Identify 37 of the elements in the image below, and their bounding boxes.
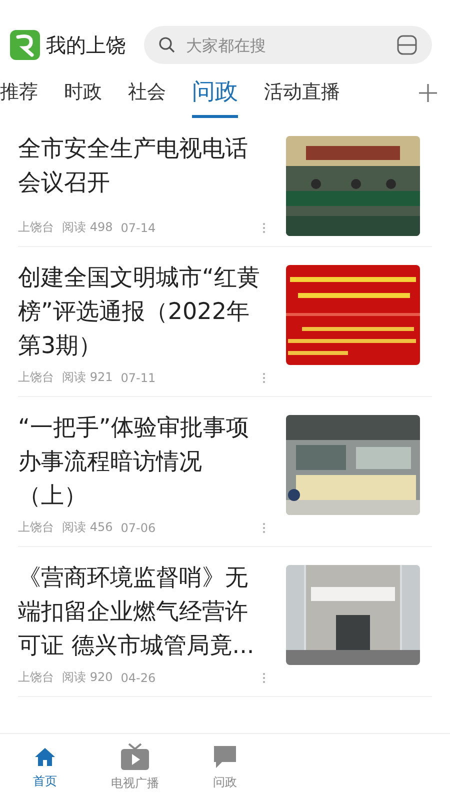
search-icon — [158, 36, 176, 54]
channel-tab[interactable]: 推荐 — [0, 78, 38, 116]
channel-tab[interactable]: 问政 — [192, 76, 238, 118]
article-date: 07-14 — [120, 220, 156, 234]
tv-icon — [120, 742, 150, 770]
more-icon[interactable] — [262, 672, 266, 684]
add-icon[interactable] — [418, 83, 438, 103]
article-title[interactable]: “一把手”体验审批事项办事流程暗访情况（上） — [18, 411, 263, 513]
nav-tab[interactable]: 问政 — [180, 734, 270, 800]
nav-tab[interactable]: 电视广播 — [90, 734, 180, 800]
chat-icon — [212, 744, 238, 770]
app-title: 我的上饶 — [46, 32, 126, 58]
scan-icon[interactable] — [396, 34, 418, 56]
article-source: 上饶台 — [18, 519, 54, 536]
article-date: 04-26 — [120, 670, 156, 684]
article-source: 上饶台 — [18, 219, 54, 236]
nav-tab[interactable]: 首页 — [0, 734, 90, 800]
read-count: 阅读 920 — [62, 669, 113, 686]
read-count: 阅读 498 — [62, 219, 113, 236]
article-title[interactable]: 《营商环境监督哨》无端扣留企业燃气经营许可证 德兴市城管局竟... — [18, 561, 263, 663]
search-field[interactable]: 大家都在搜 — [184, 34, 388, 56]
channel-tab[interactable]: 时政 — [64, 78, 102, 116]
more-icon[interactable] — [262, 372, 266, 384]
article-title[interactable]: 创建全国文明城市“红黄榜”评选通报（2022年第3期） — [18, 261, 263, 363]
search-bar[interactable]: 大家都在搜 — [144, 26, 432, 64]
article-date: 07-06 — [120, 520, 156, 534]
article-title[interactable]: 全市安全生产电视电话会议召开 — [18, 132, 263, 200]
channel-tab[interactable]: 社会 — [128, 78, 166, 116]
read-count: 阅读 921 — [62, 369, 113, 386]
more-icon[interactable] — [262, 522, 266, 534]
logo-icon — [10, 30, 40, 60]
more-icon[interactable] — [262, 222, 266, 234]
article-source: 上饶台 — [18, 669, 54, 686]
article-date: 07-11 — [120, 370, 156, 384]
channel-tab[interactable]: 活动直播 — [264, 78, 340, 116]
article-source: 上饶台 — [18, 369, 54, 386]
read-count: 阅读 456 — [62, 519, 113, 536]
